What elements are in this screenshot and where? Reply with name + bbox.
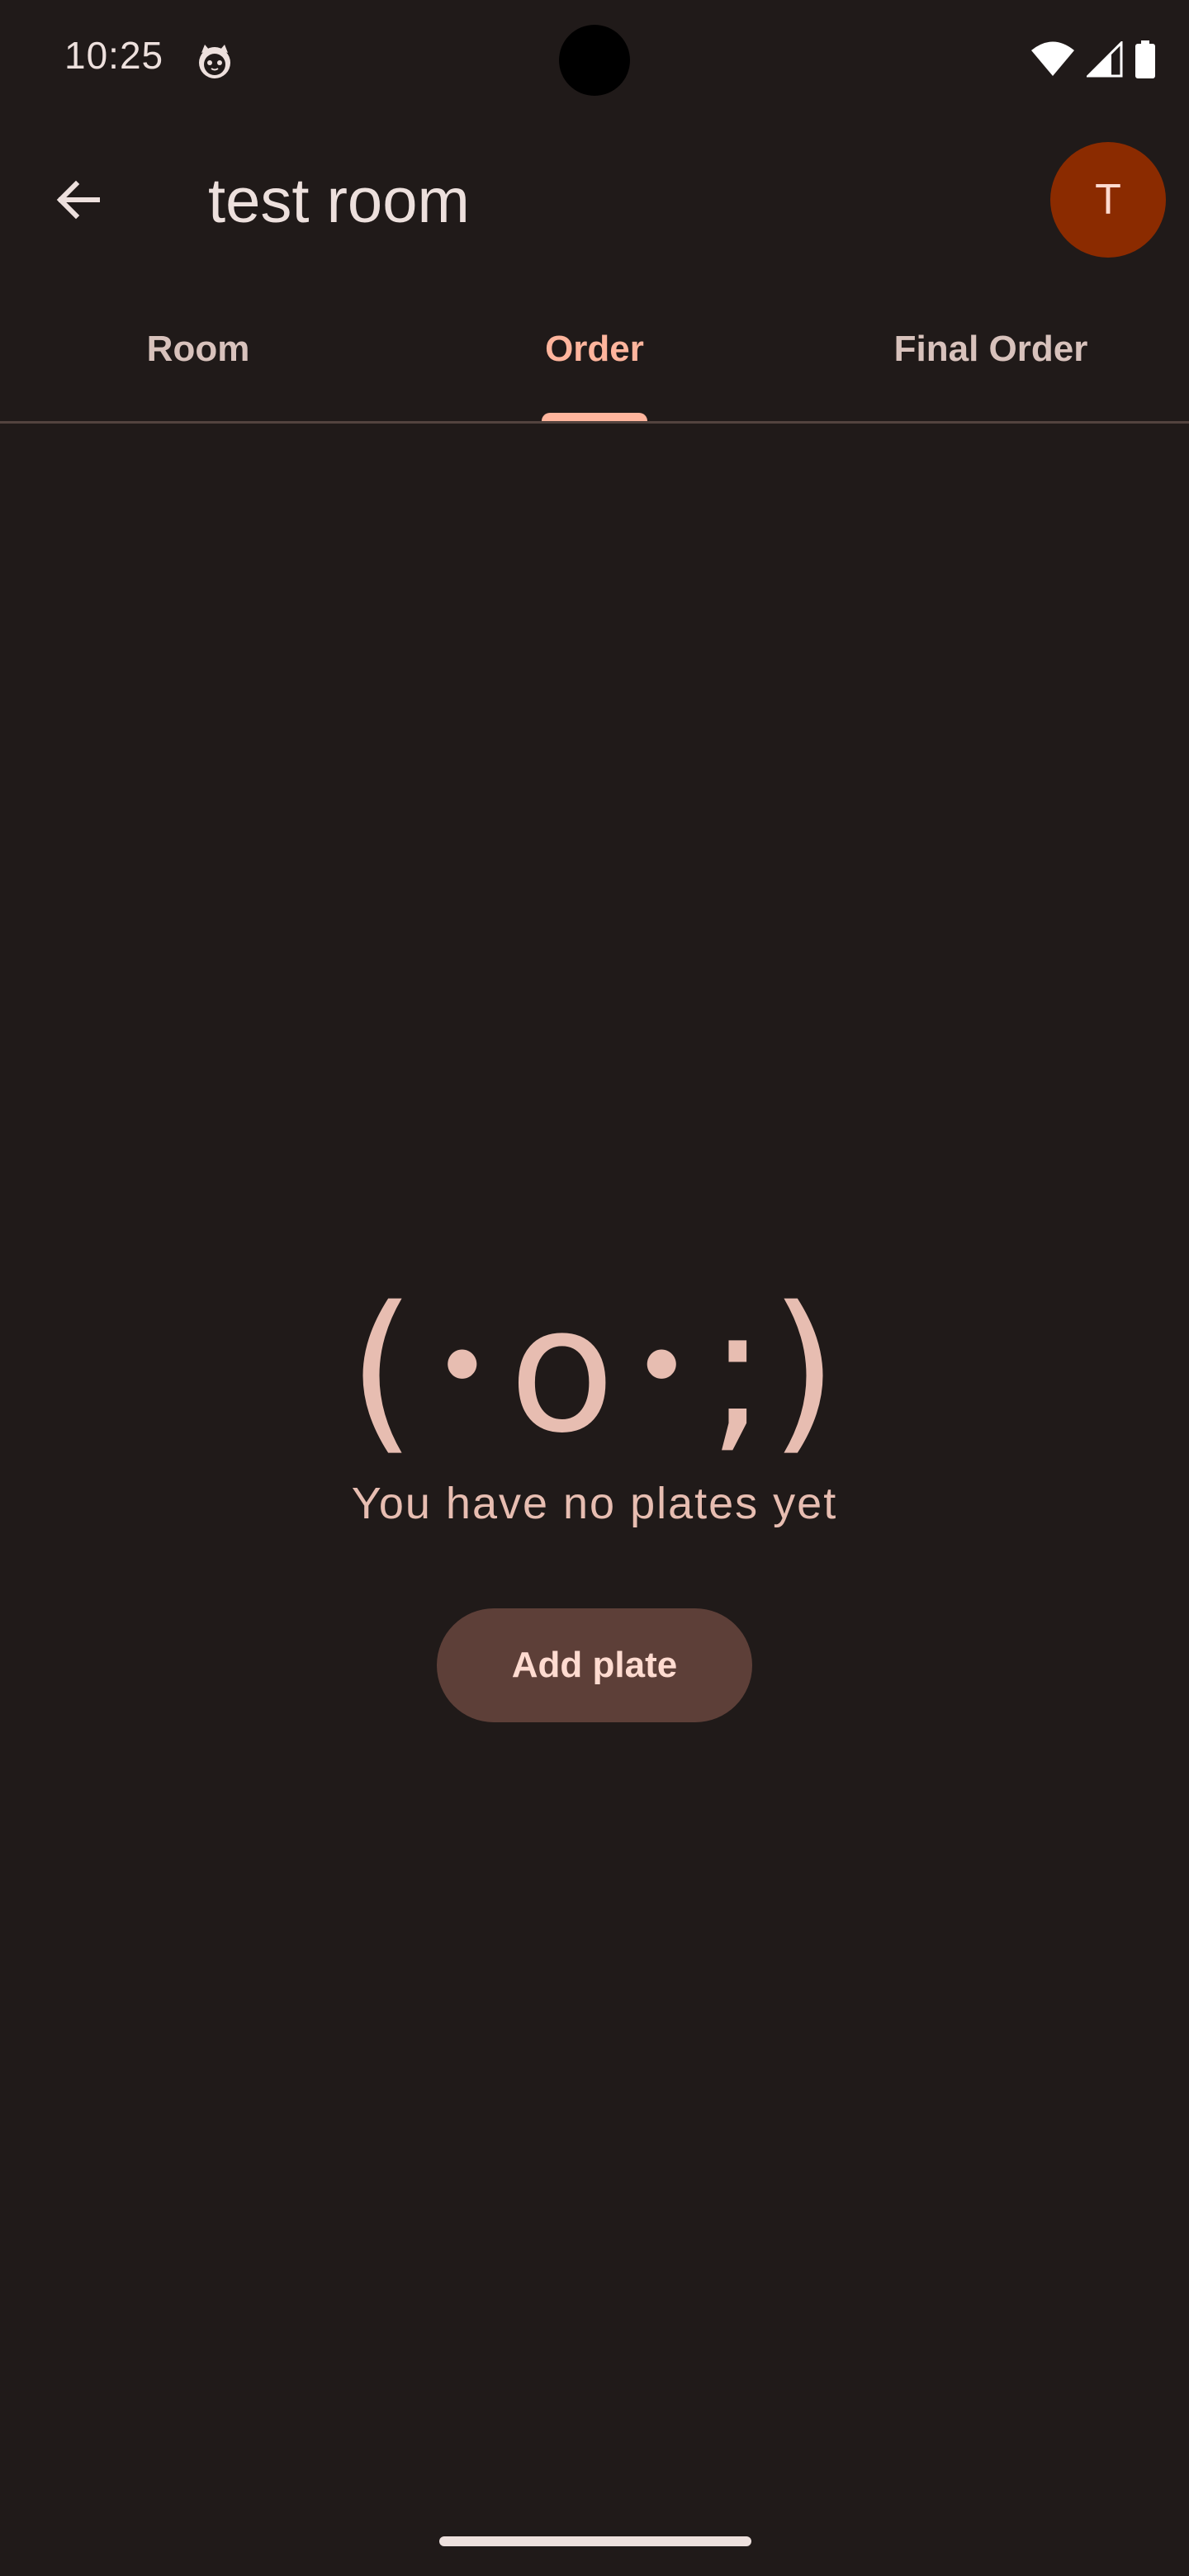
battery-icon (1135, 40, 1156, 78)
gesture-navigation-bar[interactable] (439, 2536, 751, 2546)
add-plate-button[interactable]: Add plate (437, 1608, 752, 1722)
empty-state-kaomoji: (･o･;) (348, 1269, 841, 1471)
tab-bar: Room Order Final Order (0, 277, 1189, 424)
app-bar: test room T (0, 124, 1189, 277)
status-icons (1030, 38, 1156, 81)
wifi-icon (1030, 41, 1075, 78)
tab-label: Order (545, 329, 644, 369)
tab-room[interactable]: Room (0, 277, 396, 421)
avatar[interactable]: T (1050, 142, 1166, 258)
tab-final-order[interactable]: Final Order (793, 277, 1189, 421)
empty-state-message: You have no plates yet (351, 1479, 838, 1528)
active-tab-indicator (542, 413, 647, 421)
tab-order[interactable]: Order (396, 277, 793, 421)
status-time: 10:25 (64, 34, 164, 77)
status-bar: 10:25 (0, 0, 1189, 124)
cellular-signal-icon (1087, 41, 1123, 78)
arrow-back-icon (53, 175, 102, 229)
page-title: test room (208, 166, 470, 236)
tab-label: Room (146, 329, 250, 369)
tab-label: Final Order (893, 329, 1088, 369)
back-button[interactable] (38, 162, 117, 241)
camera-cutout (559, 25, 630, 96)
cat-face-icon (195, 41, 234, 81)
empty-state: (･o･;) You have no plates yet Add plate (0, 1263, 1189, 1722)
